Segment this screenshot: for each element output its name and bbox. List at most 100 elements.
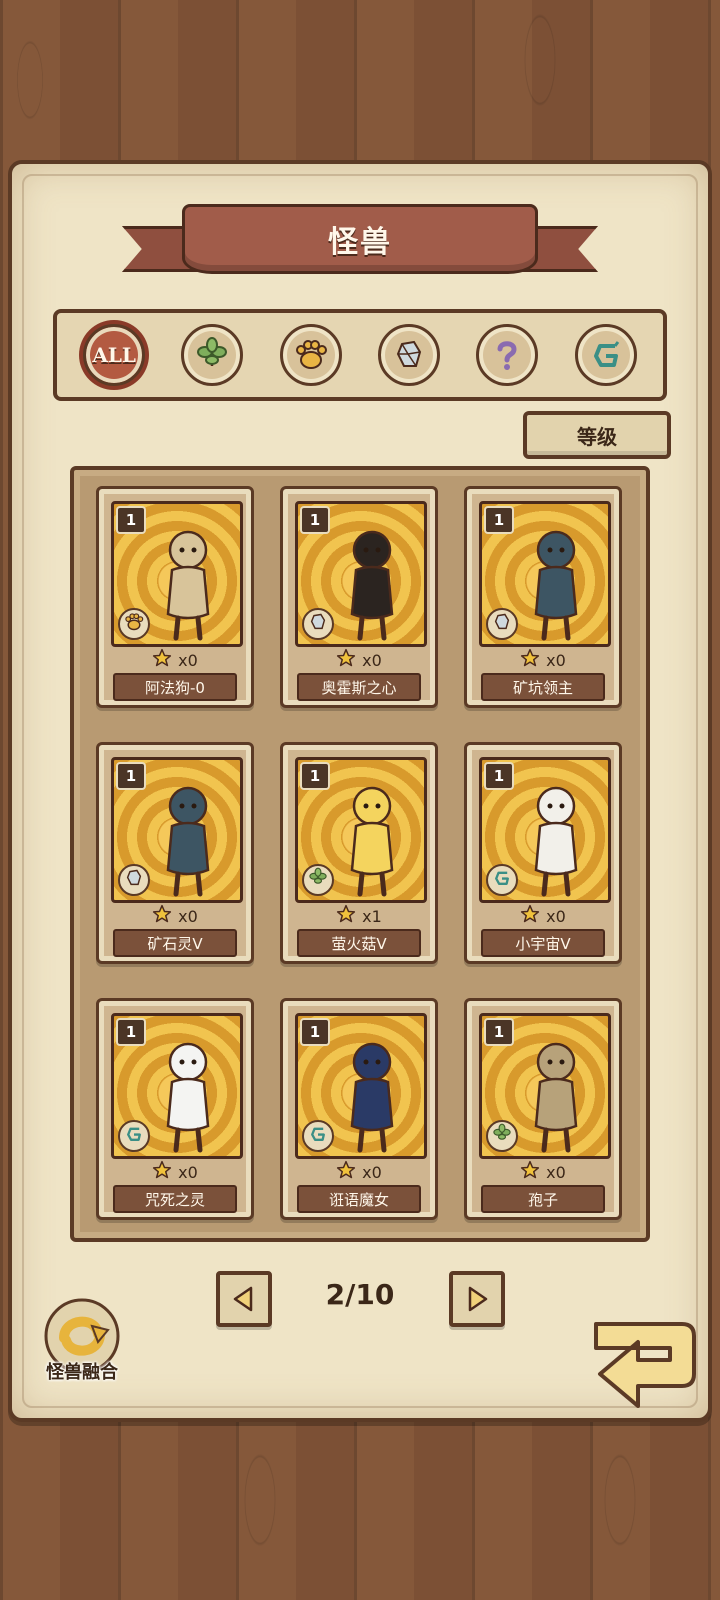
owned-count: x0 [546,906,566,926]
owned-count: x0 [178,906,198,926]
owned-count-row: x0 [467,648,619,672]
monster-name: 萤火菇V [297,929,421,957]
owned-count-row: x0 [467,904,619,928]
sort-level-button[interactable]: 等级 [523,411,671,459]
filter-mineral-button[interactable] [378,324,441,386]
monster-portrait: 1 [295,501,427,647]
level-badge: 1 [300,762,330,790]
rune-icon [593,341,619,367]
level-badge: 1 [116,506,146,534]
monster-fusion-button[interactable]: 怪兽融合 [34,1296,130,1392]
level-badge: 1 [484,1018,514,1046]
type-badge [118,608,150,640]
question-icon [497,341,517,370]
monster-portrait: 1 [479,1013,611,1159]
filter-all-label: ALL [92,343,136,367]
title-ribbon: 怪兽 [122,196,598,292]
owned-count-row: x0 [467,1160,619,1183]
monster-card[interactable]: 1 x1 萤火菇V [280,742,438,964]
type-badge [118,864,150,896]
owned-count-row: x0 [283,1160,435,1184]
monster-portrait: 1 [479,501,611,647]
monster-figure [166,530,210,641]
owned-count: x0 [178,650,198,670]
sort-label: 等级 [577,424,617,449]
star-icon [520,904,540,928]
level-badge: 1 [484,762,514,790]
type-badge [302,864,334,896]
owned-count: x0 [178,1162,198,1182]
monster-card[interactable]: 1 x0 孢子 [464,998,622,1220]
owned-count-row: x1 [283,904,435,928]
crystal-icon [123,867,145,893]
star-icon [152,904,172,928]
star-icon [336,904,356,928]
owned-count-row: x0 [283,648,435,672]
star-icon [336,1160,356,1184]
level-badge: 1 [484,506,514,534]
level-badge: 1 [300,506,330,534]
ribbon-banner: 怪兽 [182,204,538,274]
monster-card[interactable]: 1 x0 矿石灵V [96,742,254,964]
monster-card[interactable]: 1 x0 矿坑领主 [464,486,622,708]
monster-figure [534,1042,578,1153]
prev-page-button[interactable] [216,1271,272,1327]
monster-name: 矿石灵V [113,929,237,957]
level-badge: 1 [116,1018,146,1046]
owned-count-row: x0 [99,1160,251,1184]
star-icon [152,1160,172,1184]
monster-card[interactable]: 1 x0 诳语魔女 [280,998,438,1220]
monster-name: 阿法狗-0 [113,673,237,701]
monster-name: 小宇宙V [481,929,605,957]
monster-portrait: 1 [111,1013,243,1159]
monster-figure [350,786,394,897]
leaf-icon [197,337,228,367]
owned-count-row: x0 [99,904,251,928]
monster-name: 诳语魔女 [297,1185,421,1213]
paw-icon [123,611,145,637]
monster-card[interactable]: 1 x0 咒死之灵 [96,998,254,1220]
triangle-right-icon [468,1286,488,1312]
leaf-icon [491,1123,513,1149]
back-button[interactable] [586,1312,704,1416]
next-page-button[interactable] [449,1271,505,1327]
star-icon [336,648,356,672]
monster-figure [534,786,578,897]
filter-unknown-button[interactable] [476,324,539,386]
rune-icon [491,867,513,893]
star-icon [520,648,540,672]
monster-figure [350,530,394,641]
monster-card[interactable]: 1 x0 小宇宙V [464,742,622,964]
owned-count: x0 [546,1162,566,1182]
type-badge [486,1120,518,1152]
return-arrow-icon [594,1322,696,1408]
rune-icon [123,1123,145,1149]
monster-grid: 1 x0 阿法狗-0 1 x0 奥霍斯之心 1 x0 矿坑领主 1 x0 矿石灵… [70,466,650,1242]
monster-name: 矿坑领主 [481,673,605,701]
monster-figure [350,1042,394,1153]
type-badge [302,1120,334,1152]
rune-icon [307,1123,329,1149]
filter-arcane-button[interactable] [574,324,637,386]
filter-bar: ALL [53,309,667,401]
monster-figure [166,1042,210,1153]
monster-figure [166,786,210,897]
monster-portrait: 1 [111,757,243,903]
filter-all-button[interactable]: ALL [83,324,146,386]
filter-plant-button[interactable] [181,324,244,386]
level-badge: 1 [116,762,146,790]
filter-beast-button[interactable] [279,324,342,386]
monster-name: 咒死之灵 [113,1185,237,1213]
monster-portrait: 1 [295,1013,427,1159]
type-badge [118,1120,150,1152]
monster-card[interactable]: 1 x0 阿法狗-0 [96,486,254,708]
paw-icon [295,340,327,369]
owned-count: x0 [362,650,382,670]
owned-count: x0 [546,650,566,670]
crystal-icon [491,611,513,637]
monster-portrait: 1 [479,757,611,903]
monster-name: 孢子 [481,1185,605,1213]
monster-card[interactable]: 1 x0 奥霍斯之心 [280,486,438,708]
crystal-icon [307,611,329,637]
owned-count-row: x0 [99,648,251,671]
